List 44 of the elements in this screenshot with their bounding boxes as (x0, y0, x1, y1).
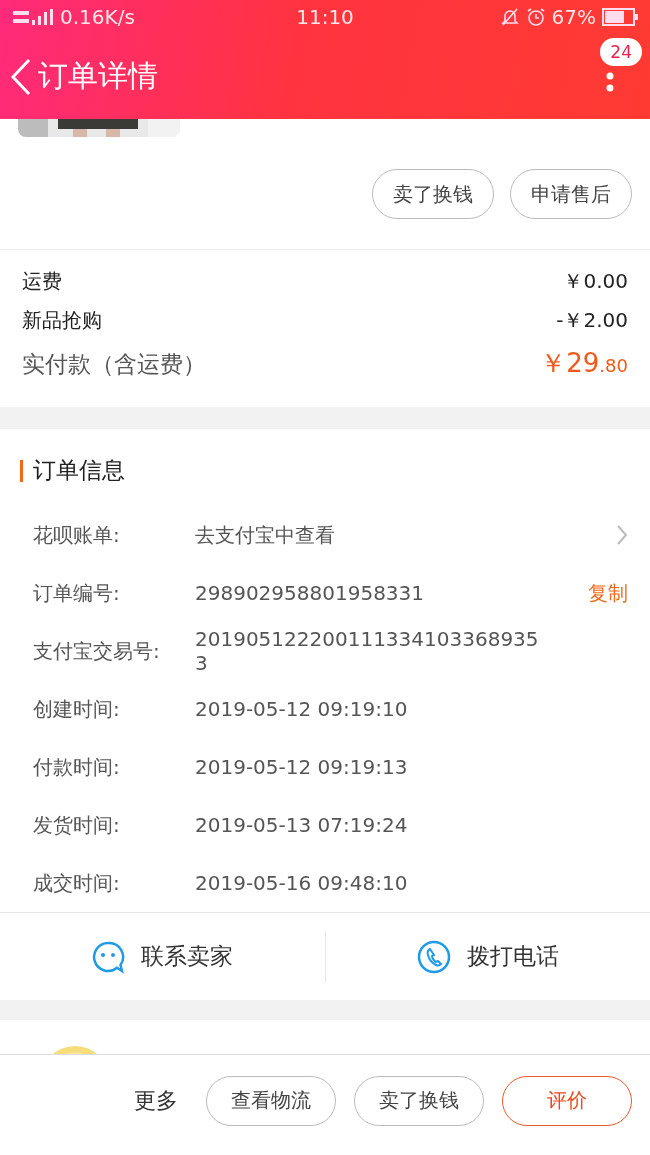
action-button[interactable]: 卖了换钱 (354, 1075, 484, 1126)
clock-time: 11:10 (296, 5, 354, 29)
field-value: 2019-05-13 07:19:24 (195, 813, 409, 837)
chat-icon (91, 939, 126, 974)
total-label: 实付款（含运费） (22, 350, 206, 379)
bell-muted-icon (499, 7, 520, 27)
field-value: 2019-05-16 09:48:10 (195, 871, 409, 895)
field-label: 成交时间: (33, 869, 121, 897)
field-value: 2019051222001113341033689353 (195, 627, 540, 675)
fee-label: 新品抢购 (22, 307, 102, 334)
field-value[interactable]: 去支付宝中查看 (195, 521, 540, 549)
contact-button[interactable]: 拨打电话 (325, 913, 650, 1000)
action-button[interactable]: 申请售后 (510, 169, 632, 219)
contact-button[interactable]: 联系卖家 (0, 913, 325, 1000)
more-icon[interactable] (606, 72, 614, 92)
page-title: 订单详情 (38, 57, 158, 95)
action-button[interactable]: 查看物流 (206, 1075, 336, 1126)
alarm-icon (525, 7, 546, 27)
field-label: 花呗账单: (33, 521, 121, 549)
fee-label: 运费 (22, 268, 62, 295)
field-label: 发货时间: (33, 811, 121, 839)
fee-value: ￥0.00 (563, 268, 628, 295)
field-label: 订单编号: (33, 579, 121, 607)
action-button[interactable]: 评价 (502, 1075, 632, 1126)
action-button[interactable]: 卖了换钱 (372, 169, 494, 219)
fee-value: -￥2.00 (556, 307, 628, 334)
phone-icon (416, 939, 451, 974)
chevron-right-icon (616, 524, 628, 546)
message-count-badge: 24 (600, 38, 642, 66)
field-label: 付款时间: (33, 753, 121, 781)
network-speed: 0.16K/s (60, 5, 135, 29)
field-label: 创建时间: (33, 695, 121, 723)
field-value: 2019-05-12 09:19:10 (195, 697, 409, 721)
battery-icon (602, 8, 638, 26)
accent-bar (20, 459, 23, 482)
battery-percent: 67% (551, 5, 596, 29)
signal-icon (12, 8, 54, 26)
field-label: 支付宝交易号: (33, 637, 161, 665)
field-value: 2019-05-12 09:19:13 (195, 755, 409, 779)
more-link[interactable]: 更多 (134, 1085, 178, 1116)
field-value: 298902958801958331 (195, 581, 426, 605)
section-title: 订单信息 (33, 456, 125, 485)
total-price: ￥29.80 (540, 347, 628, 380)
back-icon[interactable] (10, 57, 32, 96)
